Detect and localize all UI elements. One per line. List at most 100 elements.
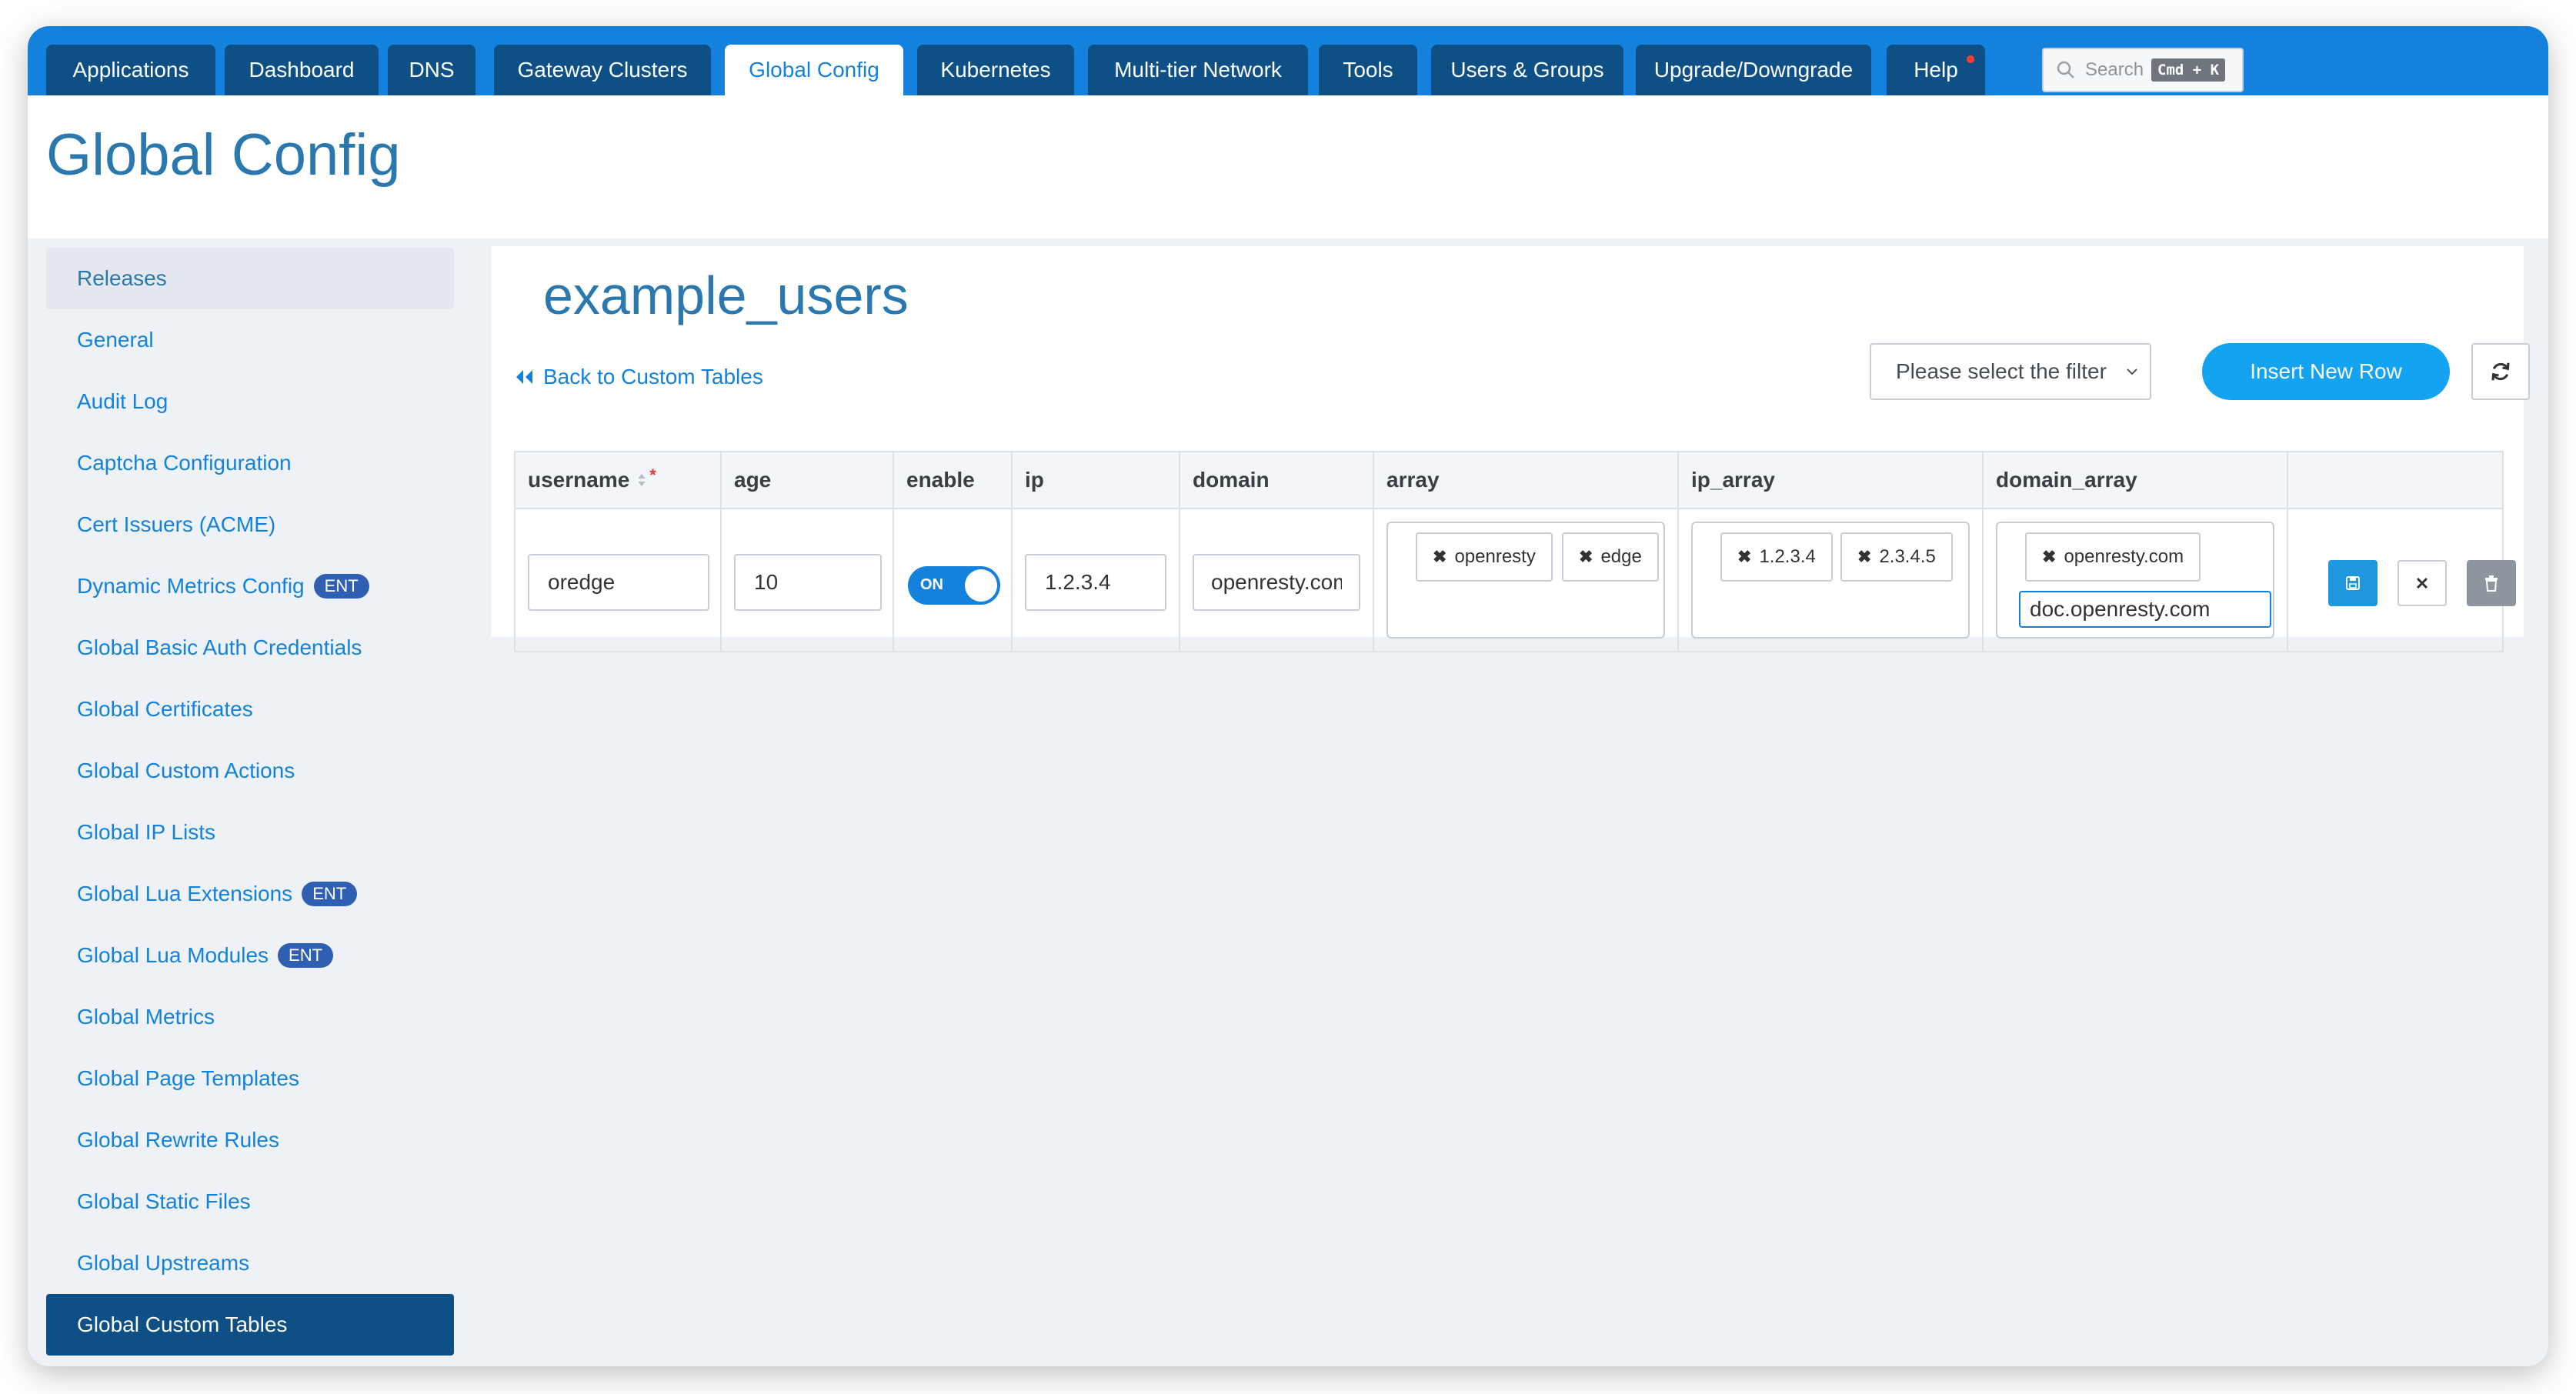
page-title: Global Config (46, 122, 401, 188)
sidebar-item-label: Captcha Configuration (77, 451, 292, 475)
column-header-ip-array: ip_array (1691, 468, 1775, 492)
tab-global-config[interactable]: Global Config (725, 45, 903, 95)
search-box[interactable]: Search Cmd + K (2042, 48, 2244, 92)
filter-select-value: Please select the filter (1896, 359, 2107, 383)
sidebar-item-global-custom-actions[interactable]: Global Custom Actions (46, 740, 454, 802)
close-icon (2416, 577, 2428, 589)
sidebar-item-label: Global Custom Tables (77, 1312, 288, 1336)
sort-icon[interactable] (636, 471, 648, 489)
search-shortcut-badge: Cmd + K (2151, 58, 2226, 82)
remove-tag-icon[interactable]: ✖ (2042, 547, 2056, 567)
sidebar-item-label: Global Lua Extensions (77, 882, 293, 905)
ip-array-tag-input[interactable]: ✖ 1.2.3.4 ✖ 2.3.4.5 (1691, 522, 1970, 639)
sidebar-item-cert-issuers[interactable]: Cert Issuers (ACME) (46, 494, 454, 555)
sidebar-item-captcha-configuration[interactable]: Captcha Configuration (46, 432, 454, 494)
tab-dashboard[interactable]: Dashboard (225, 45, 379, 95)
required-marker: * (649, 465, 656, 485)
remove-tag-icon[interactable]: ✖ (1737, 547, 1751, 567)
sidebar-item-global-lua-modules[interactable]: Global Lua Modules ENT (46, 925, 454, 986)
chevron-down-icon (2127, 369, 2137, 375)
sidebar-item-label: Global Rewrite Rules (77, 1128, 279, 1152)
sidebar: Releases General Audit Log Captcha Confi… (46, 248, 454, 1356)
domain-array-new-tag-input[interactable] (2019, 591, 2271, 628)
cancel-row-button[interactable] (2397, 560, 2447, 606)
tab-help[interactable]: Help (1887, 45, 1985, 95)
column-header-domain-array: domain_array (1996, 468, 2137, 492)
ent-badge: ENT (278, 943, 334, 968)
sidebar-item-global-lua-extensions[interactable]: Global Lua Extensions ENT (46, 863, 454, 925)
column-header-label: username (528, 468, 630, 492)
remove-tag-icon[interactable]: ✖ (1857, 547, 1871, 567)
column-header-ip: ip (1025, 468, 1044, 492)
age-input[interactable] (734, 554, 882, 611)
sidebar-item-global-ip-lists[interactable]: Global IP Lists (46, 802, 454, 863)
sidebar-item-label: Releases (77, 266, 167, 290)
sidebar-item-label: Dynamic Metrics Config (77, 574, 305, 598)
tab-multi-tier-network[interactable]: Multi-tier Network (1088, 45, 1308, 95)
sidebar-item-label: Global Custom Actions (77, 759, 295, 782)
sidebar-item-label: Global Metrics (77, 1005, 215, 1029)
sidebar-item-global-metrics[interactable]: Global Metrics (46, 986, 454, 1048)
tab-users-groups[interactable]: Users & Groups (1431, 45, 1623, 95)
sidebar-item-audit-log[interactable]: Audit Log (46, 371, 454, 432)
sidebar-item-label: Global Lua Modules (77, 943, 269, 967)
domain-array-tag-input[interactable]: ✖ openresty.com (1996, 522, 2274, 639)
app-window: Applications Dashboard DNS Gateway Clust… (28, 26, 2548, 1366)
tag-item: ✖ openresty (1416, 532, 1553, 582)
ent-badge: ENT (302, 882, 358, 906)
notification-dot-icon (1967, 55, 1974, 63)
filter-select[interactable]: Please select the filter (1870, 343, 2151, 400)
sidebar-item-global-upstreams[interactable]: Global Upstreams (46, 1232, 454, 1294)
toggle-knob (965, 569, 997, 602)
refresh-button[interactable] (2471, 343, 2530, 400)
trash-icon (2485, 575, 2498, 592)
enable-toggle[interactable]: ON (908, 566, 1000, 605)
sidebar-item-global-certificates[interactable]: Global Certificates (46, 679, 454, 740)
domain-input[interactable] (1193, 554, 1360, 611)
table-title: example_users (543, 265, 909, 325)
tab-tools[interactable]: Tools (1319, 45, 1417, 95)
tag-item: ✖ 2.3.4.5 (1840, 532, 1953, 582)
save-icon (2346, 576, 2360, 590)
sidebar-item-global-basic-auth-credentials[interactable]: Global Basic Auth Credentials (46, 617, 454, 679)
tab-gateway-clusters[interactable]: Gateway Clusters (494, 45, 711, 95)
delete-row-button[interactable] (2467, 560, 2516, 606)
sidebar-item-label: Global Certificates (77, 697, 253, 721)
tab-kubernetes[interactable]: Kubernetes (917, 45, 1074, 95)
search-placeholder: Search (2085, 59, 2144, 80)
remove-tag-icon[interactable]: ✖ (1579, 547, 1593, 567)
username-input[interactable] (528, 554, 709, 611)
custom-table-panel: example_users Back to Custom Tables Plea… (491, 246, 2530, 652)
column-header-array: array (1386, 468, 1440, 492)
tab-dns[interactable]: DNS (388, 45, 475, 95)
back-to-custom-tables-link[interactable]: Back to Custom Tables (514, 362, 763, 392)
column-header-age: age (734, 468, 772, 492)
search-icon (2057, 61, 2074, 78)
sidebar-item-label: Global Upstreams (77, 1251, 250, 1275)
sidebar-item-global-page-templates[interactable]: Global Page Templates (46, 1048, 454, 1109)
sidebar-item-label: Global Static Files (77, 1189, 251, 1213)
save-row-button[interactable] (2328, 560, 2377, 606)
top-nav-bar: Applications Dashboard DNS Gateway Clust… (28, 26, 2548, 95)
data-table: username * age enable ip domain array ip… (514, 451, 2516, 652)
toggle-label: ON (920, 576, 943, 593)
tag-label: edge (1600, 546, 1642, 567)
tag-label: 1.2.3.4 (1759, 546, 1816, 567)
insert-new-row-button[interactable]: Insert New Row (2202, 343, 2450, 400)
sidebar-item-general[interactable]: General (46, 309, 454, 371)
tag-label: openresty.com (2064, 546, 2184, 567)
sidebar-item-global-rewrite-rules[interactable]: Global Rewrite Rules (46, 1109, 454, 1171)
sidebar-item-global-static-files[interactable]: Global Static Files (46, 1171, 454, 1232)
array-tag-input[interactable]: ✖ openresty ✖ edge (1386, 522, 1665, 639)
back-link-label: Back to Custom Tables (543, 365, 763, 389)
sidebar-item-label: General (77, 328, 154, 352)
remove-tag-icon[interactable]: ✖ (1433, 547, 1446, 567)
sidebar-item-releases[interactable]: Releases (46, 248, 454, 309)
sidebar-item-global-custom-tables[interactable]: Global Custom Tables (46, 1294, 454, 1356)
sidebar-item-dynamic-metrics-config[interactable]: Dynamic Metrics Config ENT (46, 555, 454, 617)
ip-input[interactable] (1025, 554, 1166, 611)
ent-badge: ENT (313, 574, 369, 599)
tab-upgrade-downgrade[interactable]: Upgrade/Downgrade (1636, 45, 1871, 95)
tab-applications[interactable]: Applications (46, 45, 215, 95)
column-header-username[interactable]: username * (516, 452, 720, 508)
